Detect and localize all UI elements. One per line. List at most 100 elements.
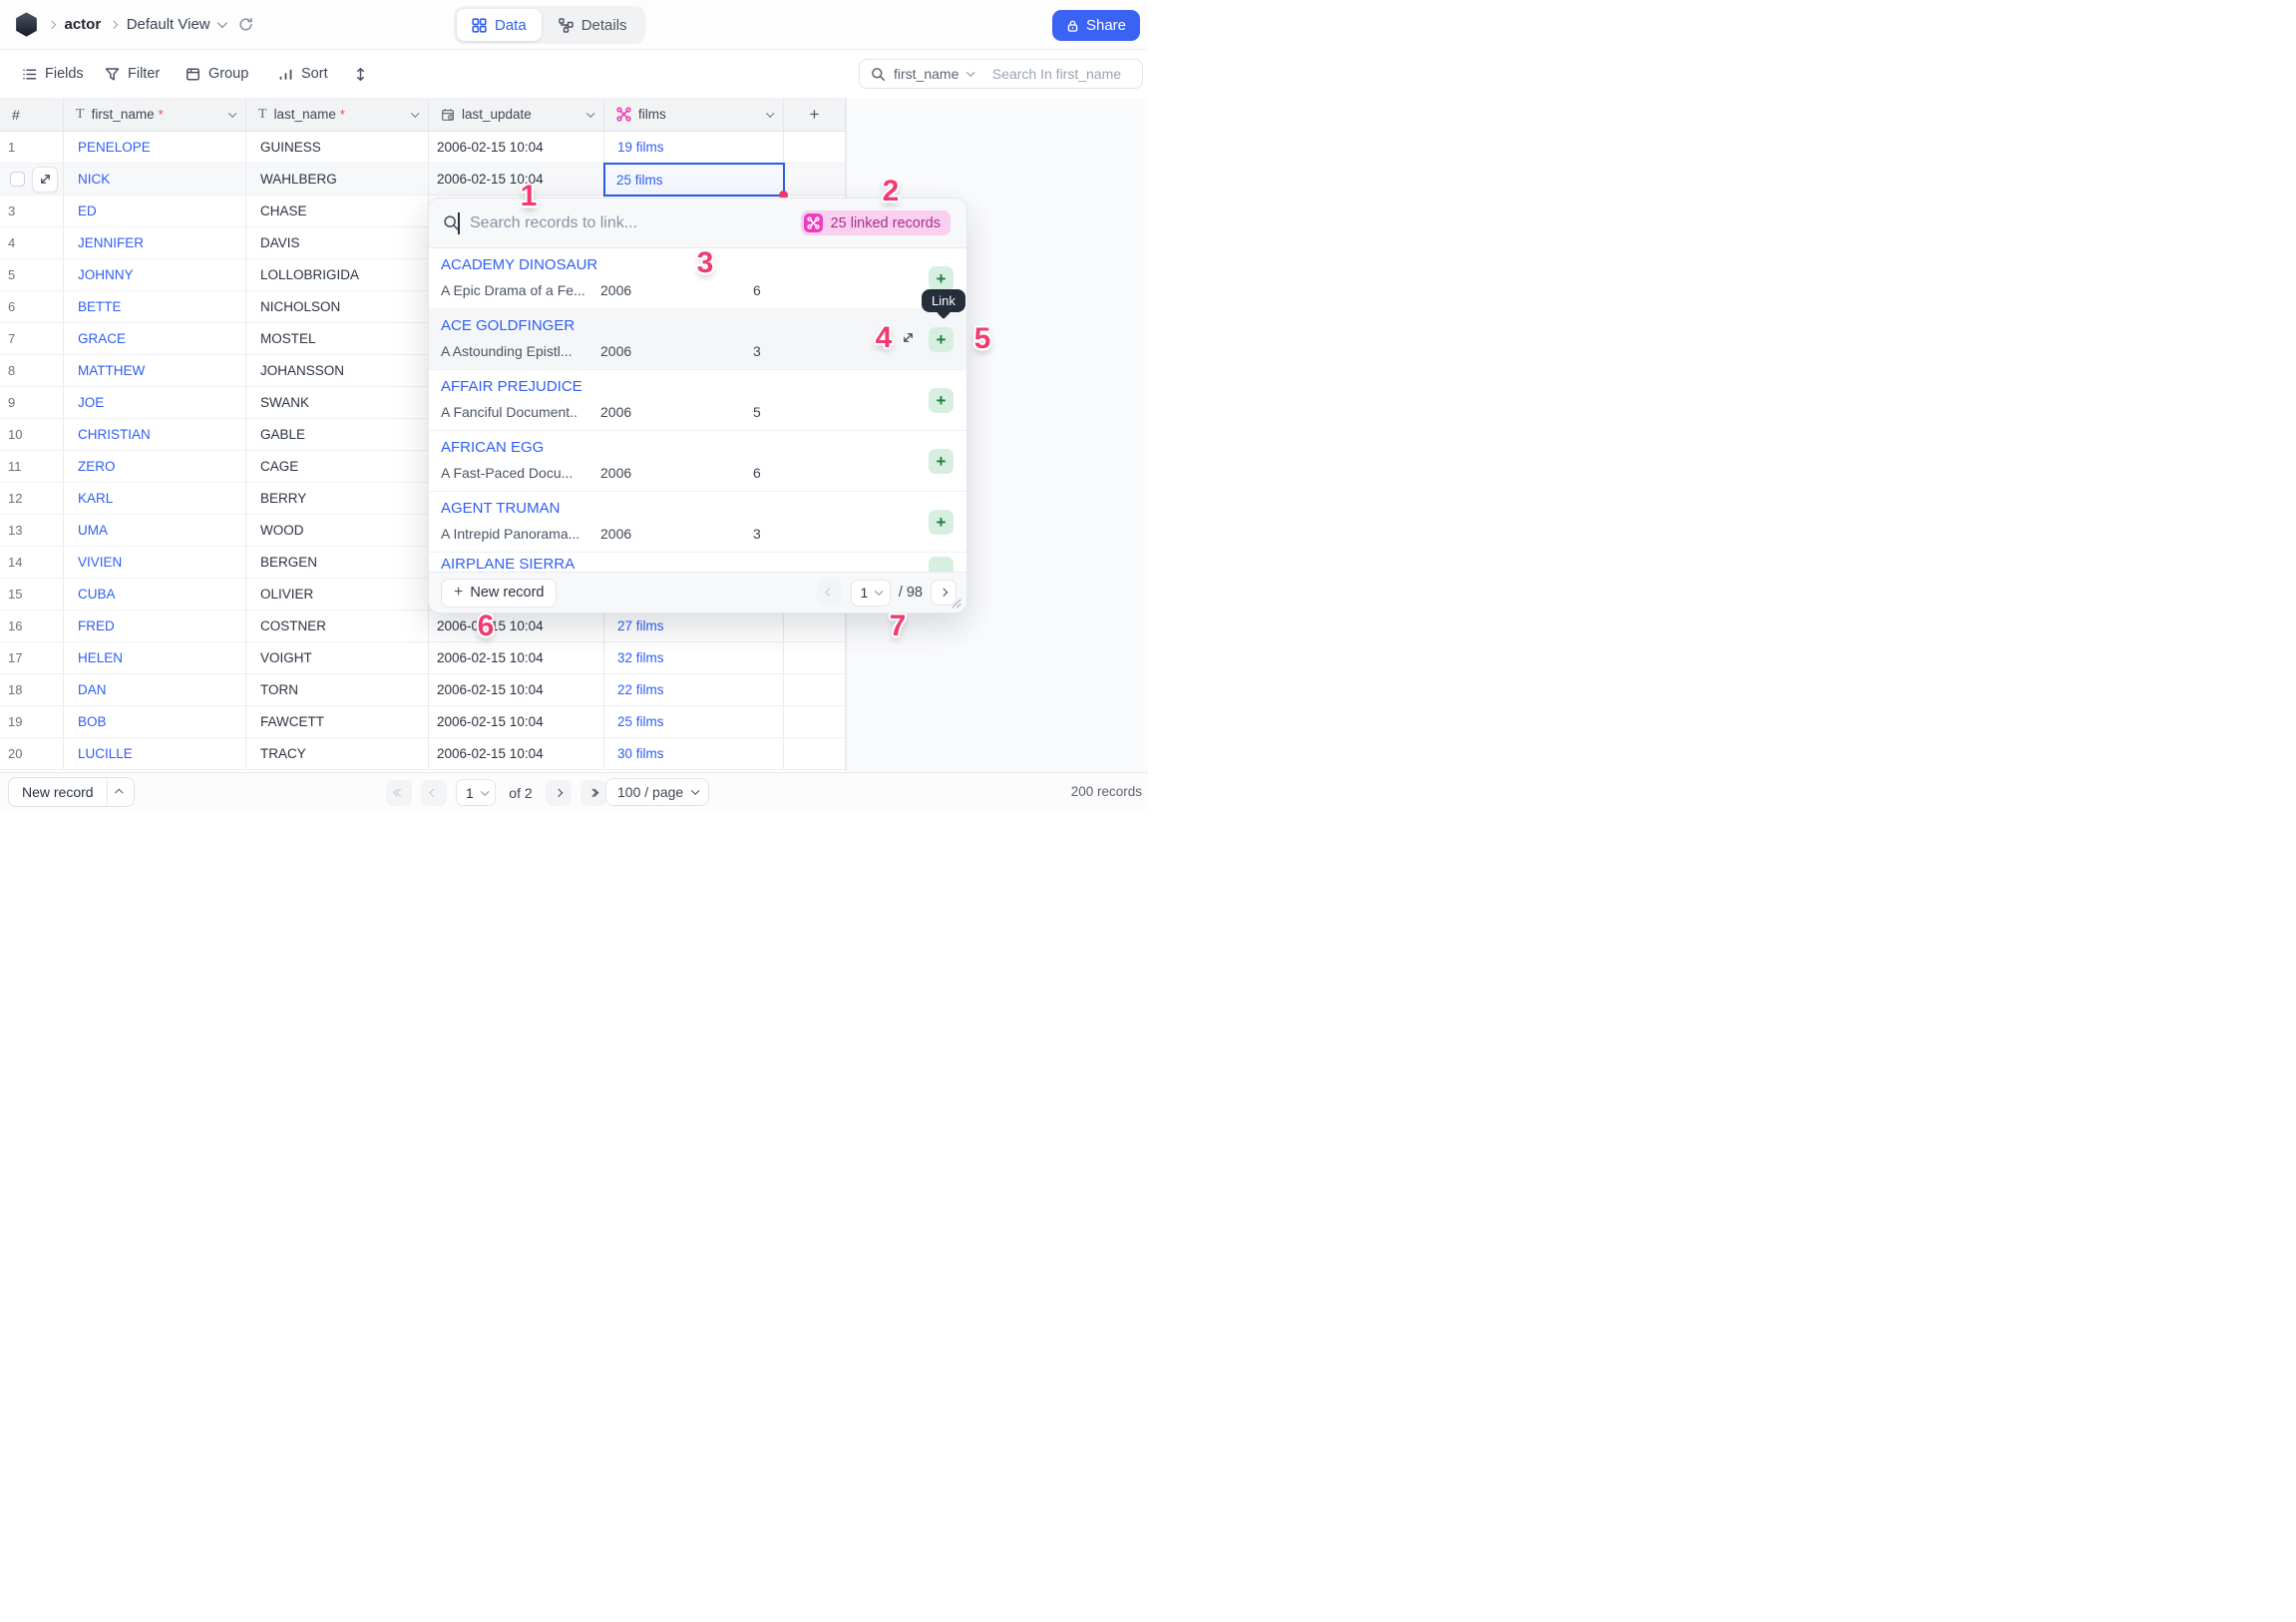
next-page-button[interactable]: [546, 780, 572, 806]
record-title[interactable]: AFRICAN EGG: [441, 439, 966, 456]
last-name-cell[interactable]: JOHANSSON: [246, 355, 429, 387]
last-name-cell[interactable]: FAWCETT: [246, 706, 429, 738]
popup-record-partial[interactable]: AIRPLANE SIERRA: [429, 553, 966, 574]
first-name-cell[interactable]: NICK: [64, 164, 246, 196]
last-name-cell[interactable]: GABLE: [246, 419, 429, 451]
tab-data[interactable]: Data: [457, 9, 542, 41]
popup-record[interactable]: AGENT TRUMANA Intrepid Panorama...20063+: [429, 492, 966, 553]
popup-record[interactable]: AFFAIR PREJUDICEA Fanciful Document..200…: [429, 370, 966, 431]
new-record-options-button[interactable]: [108, 778, 134, 806]
popup-resize-handle[interactable]: [952, 599, 961, 608]
add-column-button[interactable]: +: [784, 98, 846, 131]
last-name-cell[interactable]: BERRY: [246, 483, 429, 515]
row-number-cell[interactable]: 3: [0, 196, 64, 227]
row-number-cell[interactable]: 19: [0, 706, 64, 738]
search-input[interactable]: [982, 66, 1183, 82]
last-name-cell[interactable]: COSTNER: [246, 610, 429, 642]
first-name-cell[interactable]: JOE: [64, 387, 246, 419]
record-title[interactable]: AFFAIR PREJUDICE: [441, 378, 966, 395]
column-header-last-update[interactable]: last_update: [429, 98, 604, 131]
row-number-cell[interactable]: 12: [0, 483, 64, 515]
prev-page-button[interactable]: [421, 780, 447, 806]
last-name-cell[interactable]: CHASE: [246, 196, 429, 227]
first-name-cell[interactable]: MATTHEW: [64, 355, 246, 387]
first-name-cell[interactable]: BOB: [64, 706, 246, 738]
first-name-cell[interactable]: ED: [64, 196, 246, 227]
last-update-cell[interactable]: 2006-02-15 10:04: [429, 674, 604, 706]
films-cell[interactable]: 25 films: [604, 706, 784, 738]
refresh-button[interactable]: [238, 17, 253, 32]
new-record-split-button[interactable]: New record: [8, 777, 135, 807]
linked-records-badge[interactable]: 25 linked records: [801, 210, 951, 235]
first-name-cell[interactable]: BETTE: [64, 291, 246, 323]
first-name-cell[interactable]: JENNIFER: [64, 227, 246, 259]
last-update-cell[interactable]: 2006-02-15 10:04: [429, 642, 604, 674]
link-plus-button[interactable]: +: [929, 266, 954, 291]
last-name-cell[interactable]: LOLLOBRIGIDA: [246, 259, 429, 291]
last-name-cell[interactable]: GUINESS: [246, 132, 429, 164]
row-number-cell[interactable]: [0, 164, 64, 196]
row-number-cell[interactable]: 11: [0, 451, 64, 483]
popup-search-input[interactable]: [460, 214, 801, 232]
row-number-cell[interactable]: 14: [0, 547, 64, 579]
link-plus-button[interactable]: +: [929, 388, 954, 413]
first-name-cell[interactable]: KARL: [64, 483, 246, 515]
last-name-cell[interactable]: VOIGHT: [246, 642, 429, 674]
table-row[interactable]: 1PENELOPEGUINESS2006-02-15 10:0419 films: [0, 132, 846, 164]
fields-button[interactable]: Fields: [22, 66, 84, 82]
expand-record-button[interactable]: [32, 167, 58, 193]
row-number-cell[interactable]: 13: [0, 515, 64, 547]
first-name-cell[interactable]: ZERO: [64, 451, 246, 483]
row-number-cell[interactable]: 10: [0, 419, 64, 451]
last-name-cell[interactable]: BERGEN: [246, 547, 429, 579]
row-number-cell[interactable]: 15: [0, 579, 64, 610]
last-name-cell[interactable]: WOOD: [246, 515, 429, 547]
expand-record-button[interactable]: [902, 331, 915, 344]
first-name-cell[interactable]: HELEN: [64, 642, 246, 674]
first-name-cell[interactable]: DAN: [64, 674, 246, 706]
last-name-cell[interactable]: SWANK: [246, 387, 429, 419]
first-name-cell[interactable]: GRACE: [64, 323, 246, 355]
first-name-cell[interactable]: PENELOPE: [64, 132, 246, 164]
first-name-cell[interactable]: UMA: [64, 515, 246, 547]
record-title[interactable]: AGENT TRUMAN: [441, 500, 966, 517]
row-number-cell[interactable]: 9: [0, 387, 64, 419]
first-name-cell[interactable]: VIVIEN: [64, 547, 246, 579]
last-update-cell[interactable]: 2006-02-15 10:04: [429, 738, 604, 770]
sort-button[interactable]: Sort: [278, 66, 328, 82]
search-field-selector[interactable]: first_name: [860, 60, 982, 88]
popup-prev-page-button[interactable]: [817, 580, 843, 606]
tab-details[interactable]: Details: [544, 9, 642, 41]
last-update-cell[interactable]: 2006-02-15 10:04: [429, 132, 604, 164]
column-header-last-name[interactable]: T last_name *: [246, 98, 429, 131]
filter-button[interactable]: Filter: [105, 66, 160, 82]
group-button[interactable]: Group: [186, 66, 248, 82]
row-number-cell[interactable]: 18: [0, 674, 64, 706]
first-name-cell[interactable]: FRED: [64, 610, 246, 642]
last-name-cell[interactable]: MOSTEL: [246, 323, 429, 355]
last-name-cell[interactable]: WAHLBERG: [246, 164, 429, 196]
first-page-button[interactable]: [386, 780, 412, 806]
row-number-cell[interactable]: 4: [0, 227, 64, 259]
first-name-cell[interactable]: JOHNNY: [64, 259, 246, 291]
last-name-cell[interactable]: TORN: [246, 674, 429, 706]
page-size-select[interactable]: 100 / page: [605, 778, 709, 806]
table-row[interactable]: 20LUCILLETRACY2006-02-15 10:0430 films: [0, 738, 846, 770]
table-row[interactable]: 17HELENVOIGHT2006-02-15 10:0432 films: [0, 642, 846, 674]
chevron-down-icon[interactable]: [411, 109, 419, 117]
row-number-cell[interactable]: 17: [0, 642, 64, 674]
page-select[interactable]: 1: [456, 779, 496, 806]
popup-page-select[interactable]: 1: [851, 580, 891, 607]
films-cell[interactable]: 30 films: [604, 738, 784, 770]
workspace-logo-icon[interactable]: [14, 12, 39, 37]
row-checkbox[interactable]: [10, 172, 25, 187]
row-number-cell[interactable]: 8: [0, 355, 64, 387]
films-cell[interactable]: 27 films: [604, 610, 784, 642]
chevron-down-icon[interactable]: [228, 109, 236, 117]
column-header-first-name[interactable]: T first_name *: [64, 98, 246, 131]
films-cell[interactable]: 22 films: [604, 674, 784, 706]
link-plus-button[interactable]: +: [929, 449, 954, 474]
link-plus-button[interactable]: +: [929, 327, 954, 352]
record-title[interactable]: AIRPLANE SIERRA: [441, 556, 574, 573]
last-update-cell[interactable]: 2006-02-15 10:04: [429, 610, 604, 642]
